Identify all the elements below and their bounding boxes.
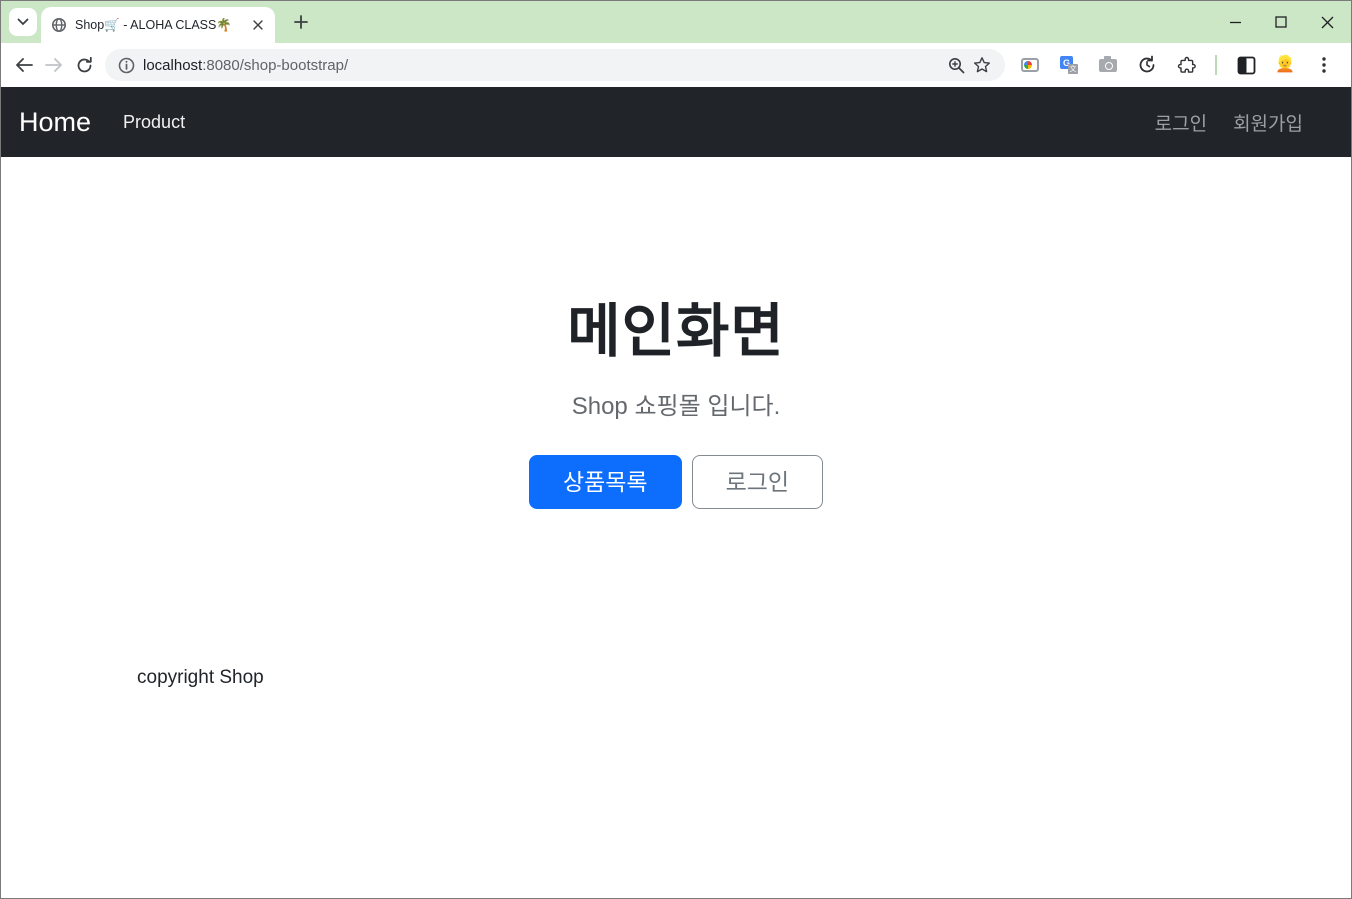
page-subtitle: Shop 쇼핑몰 입니다. bbox=[571, 393, 781, 420]
navbar-link-signup[interactable]: 회원가입 bbox=[1233, 109, 1303, 136]
zoom-icon[interactable] bbox=[943, 52, 969, 78]
new-tab-button[interactable] bbox=[287, 8, 315, 36]
browser-menu-icon[interactable] bbox=[1311, 52, 1337, 78]
url-host: localhost bbox=[143, 56, 203, 74]
maximize-button[interactable] bbox=[1273, 14, 1289, 30]
bookmark-star-icon[interactable] bbox=[969, 52, 995, 78]
browser-window: Shop🛒 - ALOHA CLASS🌴 localhost:8080/shop… bbox=[0, 0, 1352, 899]
navbar-brand-home[interactable]: Home bbox=[19, 107, 91, 138]
minimize-button[interactable] bbox=[1227, 14, 1243, 30]
photos-extension-icon[interactable] bbox=[1017, 52, 1043, 78]
product-list-button[interactable]: 상품목록 bbox=[528, 455, 682, 510]
address-bar[interactable]: localhost:8080/shop-bootstrap/ bbox=[105, 49, 1005, 81]
toolbar-separator bbox=[1215, 55, 1217, 75]
reload-button[interactable] bbox=[69, 50, 99, 80]
hero-buttons: 상품목록 로그인 bbox=[1, 455, 1351, 510]
tab-title: Shop🛒 - ALOHA CLASS🌴 bbox=[75, 17, 232, 32]
login-button[interactable]: 로그인 bbox=[691, 455, 824, 510]
window-controls bbox=[1227, 14, 1351, 30]
profile-avatar[interactable]: 👱 bbox=[1272, 52, 1298, 78]
page-content: 메인화면 Shop 쇼핑몰 입니다. 상품목록 로그인 copyright Sh… bbox=[1, 157, 1351, 898]
avatar-emoji-icon: 👱 bbox=[1275, 56, 1295, 73]
globe-favicon-icon bbox=[51, 17, 67, 33]
back-button[interactable] bbox=[9, 50, 39, 80]
site-navbar: Home Product 로그인 회원가입 bbox=[1, 87, 1351, 157]
browser-toolbar: localhost:8080/shop-bootstrap/ G文 👱 bbox=[1, 43, 1351, 87]
forward-button[interactable] bbox=[39, 50, 69, 80]
extensions-puzzle-icon[interactable] bbox=[1173, 52, 1199, 78]
hero-section: 메인화면 Shop 쇼핑몰 입니다. 상품목록 로그인 bbox=[1, 157, 1351, 510]
navbar-link-login[interactable]: 로그인 bbox=[1155, 109, 1207, 136]
extension-icons: G文 👱 bbox=[1013, 52, 1341, 78]
url-text: localhost:8080/shop-bootstrap/ bbox=[143, 57, 943, 74]
copyright-text: copyright Shop bbox=[137, 667, 264, 688]
close-window-button[interactable] bbox=[1319, 14, 1335, 30]
chevron-down-icon bbox=[17, 18, 29, 26]
side-panel-icon[interactable] bbox=[1233, 52, 1259, 78]
navbar-right-links: 로그인 회원가입 bbox=[1155, 109, 1333, 136]
tab-search-button[interactable] bbox=[9, 8, 37, 36]
browser-tab[interactable]: Shop🛒 - ALOHA CLASS🌴 bbox=[41, 7, 275, 43]
navbar-link-product[interactable]: Product bbox=[123, 112, 185, 133]
page-title: 메인화면 bbox=[567, 299, 785, 364]
url-path: :8080/shop-bootstrap/ bbox=[202, 56, 349, 74]
tab-close-icon[interactable] bbox=[249, 16, 267, 34]
history-refresh-icon[interactable] bbox=[1134, 52, 1160, 78]
screenshot-camera-icon[interactable] bbox=[1095, 52, 1121, 78]
translate-extension-icon[interactable]: G文 bbox=[1056, 52, 1082, 78]
tab-strip: Shop🛒 - ALOHA CLASS🌴 bbox=[1, 1, 1351, 43]
site-info-icon[interactable] bbox=[113, 52, 139, 78]
